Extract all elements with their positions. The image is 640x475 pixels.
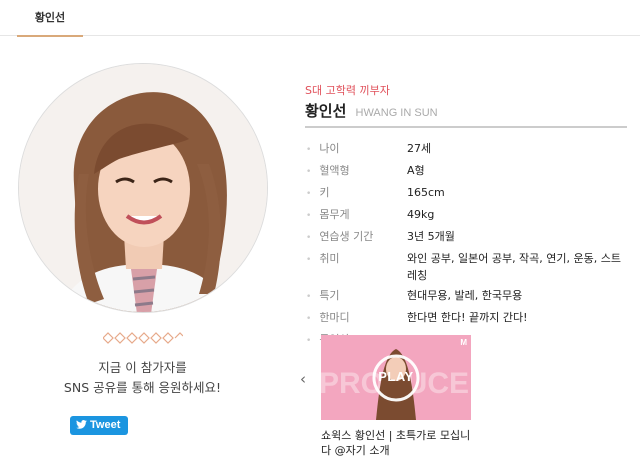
info-row-weight: 몸무게49kg [305,206,630,225]
diamond-row-decoration [103,332,183,344]
info-label: 연습생 기간 [305,228,407,247]
info-value: 한다면 한다! 끝까지 간다! [407,311,528,324]
info-row-comment: 한마디한다면 한다! 끝까지 간다! [305,309,630,328]
chevron-left-icon[interactable]: ‹ [300,370,314,388]
cheer-line-2: SNS 공유를 통해 응원하세요! [63,380,222,395]
participant-name-row: 황인선 HWANG IN SUN [305,100,438,121]
info-label: 한마디 [305,309,407,328]
tweet-button[interactable]: Tweet [70,416,128,435]
participant-name-korean: 황인선 [305,102,347,120]
info-value: 현대무용, 발레, 한국무용 [407,289,523,302]
info-label: 키 [305,184,407,203]
info-row-age: 나이27세 [305,140,630,159]
info-row-height: 키165cm [305,184,630,203]
play-ring-icon: PLAY [378,369,414,384]
participant-tagline: S대 고학력 끼부자 [305,84,390,97]
info-value: 49kg [407,208,435,221]
profile-tab-bar: 황인선 [0,0,640,37]
video-title-link[interactable]: 쇼윅스 황인선 | 초특가로 모십니다 @자기 소개 [321,428,471,458]
tab-profile-name[interactable]: 황인선 [17,0,83,37]
info-value: 165cm [407,186,445,199]
broadcaster-logo: M [460,338,467,347]
sns-cheer-message: 지금 이 참가자를 SNS 공유를 통해 응원하세요! [40,358,245,398]
twitter-bird-icon [76,420,87,429]
participant-info-list: 나이27세 혈액형A형 키165cm 몸무게49kg 연습생 기간3년 5개월 … [305,140,630,353]
name-divider [305,126,627,128]
participant-avatar [18,63,268,313]
info-label: 취미 [305,250,407,284]
cheer-line-1: 지금 이 참가자를 [98,360,187,375]
tweet-button-label: Tweet [90,419,121,431]
info-value: 와인 공부, 일본어 공부, 작곡, 연기, 운동, 스트레칭 [407,252,621,282]
info-row-specialty: 특기현대무용, 발레, 한국무용 [305,287,630,306]
info-value: A형 [407,164,425,177]
info-value: 27세 [407,142,432,155]
info-row-trainee-period: 연습생 기간3년 5개월 [305,228,630,247]
info-label: 특기 [305,287,407,306]
info-value: 3년 5개월 [407,230,455,243]
info-label: 나이 [305,140,407,159]
info-label: 몸무게 [305,206,407,225]
info-row-hobby: 취미와인 공부, 일본어 공부, 작곡, 연기, 운동, 스트레칭 [305,250,630,284]
info-label: 혈액형 [305,162,407,181]
info-row-blood-type: 혈액형A형 [305,162,630,181]
participant-name-english: HWANG IN SUN [355,107,438,119]
video-thumbnail[interactable]: PRODUCE PLAY M [321,335,471,420]
